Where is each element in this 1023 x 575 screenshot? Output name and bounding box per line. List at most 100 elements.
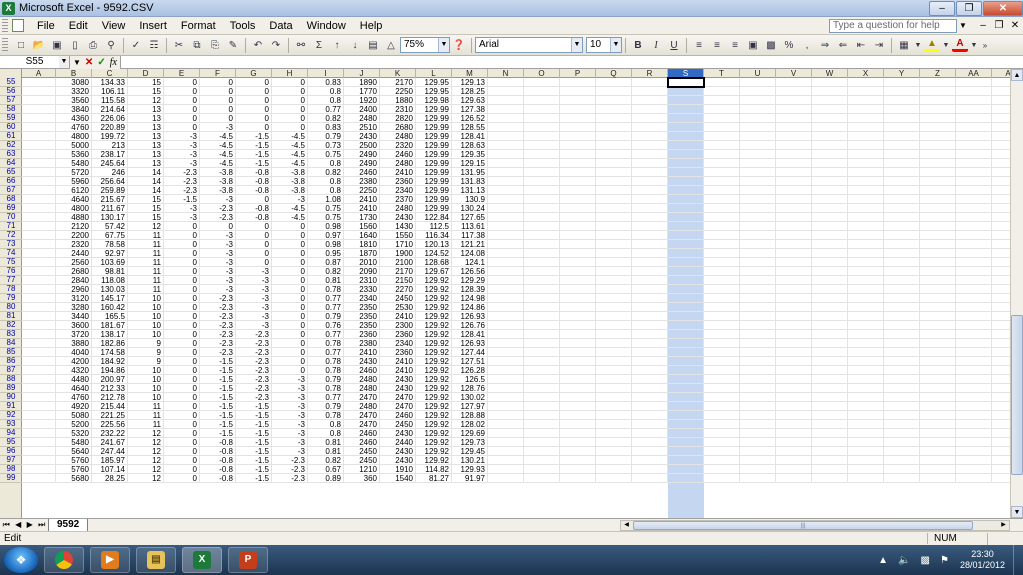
- cell[interactable]: [488, 303, 524, 312]
- cell[interactable]: [632, 96, 668, 105]
- cell[interactable]: [884, 447, 920, 456]
- cell[interactable]: [596, 285, 632, 294]
- cell[interactable]: 213: [92, 141, 128, 150]
- cell[interactable]: [704, 105, 740, 114]
- cell[interactable]: 0.67: [308, 465, 344, 474]
- cell[interactable]: -3: [272, 195, 308, 204]
- cell[interactable]: [884, 357, 920, 366]
- cell[interactable]: 130.02: [452, 393, 488, 402]
- cell[interactable]: [992, 78, 1010, 87]
- cell[interactable]: 2480: [380, 159, 416, 168]
- cell[interactable]: 0.78: [308, 366, 344, 375]
- cell[interactable]: [920, 123, 956, 132]
- cell[interactable]: [704, 195, 740, 204]
- cell[interactable]: [776, 267, 812, 276]
- cell[interactable]: 11: [128, 402, 164, 411]
- cell[interactable]: -3: [164, 159, 200, 168]
- cell[interactable]: [488, 474, 524, 483]
- cell[interactable]: [524, 366, 560, 375]
- cell[interactable]: [22, 168, 56, 177]
- cell[interactable]: [488, 465, 524, 474]
- cell[interactable]: [596, 132, 632, 141]
- cell[interactable]: [596, 213, 632, 222]
- horizontal-scroll-thumb[interactable]: |||: [633, 521, 973, 530]
- cell[interactable]: 112.5: [416, 222, 452, 231]
- cell[interactable]: 129.99: [416, 159, 452, 168]
- cell[interactable]: 2430: [344, 132, 380, 141]
- cell[interactable]: [704, 357, 740, 366]
- cell[interactable]: [920, 204, 956, 213]
- cell[interactable]: -2.3: [236, 366, 272, 375]
- cell[interactable]: [812, 402, 848, 411]
- cell[interactable]: 0.8: [308, 159, 344, 168]
- cell[interactable]: [884, 303, 920, 312]
- cell[interactable]: 0: [164, 96, 200, 105]
- cell[interactable]: [632, 312, 668, 321]
- cell[interactable]: 2410: [344, 195, 380, 204]
- cell[interactable]: [488, 78, 524, 87]
- next-sheet-icon[interactable]: ▶: [27, 520, 33, 530]
- cell[interactable]: [524, 321, 560, 330]
- cell[interactable]: 126.93: [452, 312, 488, 321]
- cell[interactable]: 0.79: [308, 312, 344, 321]
- cell[interactable]: [560, 105, 596, 114]
- cell[interactable]: [524, 465, 560, 474]
- cell[interactable]: [668, 375, 704, 384]
- cell[interactable]: -3: [272, 393, 308, 402]
- cell[interactable]: 0: [164, 312, 200, 321]
- cell[interactable]: [884, 168, 920, 177]
- cell[interactable]: [704, 267, 740, 276]
- cell[interactable]: [776, 294, 812, 303]
- cell[interactable]: 122.84: [416, 213, 452, 222]
- cell[interactable]: -1.5: [236, 132, 272, 141]
- cell[interactable]: [884, 312, 920, 321]
- cell[interactable]: [524, 195, 560, 204]
- cell[interactable]: [632, 231, 668, 240]
- cell[interactable]: [668, 231, 704, 240]
- cell[interactable]: [992, 105, 1010, 114]
- cell[interactable]: [488, 240, 524, 249]
- cell[interactable]: [884, 87, 920, 96]
- cell[interactable]: 3080: [56, 78, 92, 87]
- cell[interactable]: 6120: [56, 186, 92, 195]
- taskbar-media-player[interactable]: ▶: [90, 547, 130, 573]
- cell[interactable]: 199.72: [92, 132, 128, 141]
- cell[interactable]: [812, 78, 848, 87]
- cell[interactable]: 14: [128, 177, 164, 186]
- cell[interactable]: 2360: [380, 330, 416, 339]
- cell[interactable]: [920, 375, 956, 384]
- font-select[interactable]: Arial ▼: [475, 37, 583, 53]
- cell[interactable]: [848, 177, 884, 186]
- cell[interactable]: [704, 438, 740, 447]
- cell[interactable]: [956, 213, 992, 222]
- cell[interactable]: [848, 150, 884, 159]
- cell[interactable]: [740, 393, 776, 402]
- cell[interactable]: [668, 132, 704, 141]
- cell[interactable]: [992, 294, 1010, 303]
- column-header-o[interactable]: O: [524, 69, 560, 78]
- cell[interactable]: [560, 420, 596, 429]
- cell[interactable]: 0: [164, 231, 200, 240]
- cell[interactable]: [596, 321, 632, 330]
- cell[interactable]: 4640: [56, 384, 92, 393]
- cell[interactable]: [956, 330, 992, 339]
- cell[interactable]: [956, 267, 992, 276]
- cell[interactable]: 0.79: [308, 132, 344, 141]
- cell[interactable]: 0: [272, 123, 308, 132]
- cell[interactable]: [596, 186, 632, 195]
- cell[interactable]: [956, 249, 992, 258]
- font-color-dropdown-icon[interactable]: ▼: [970, 37, 978, 53]
- cell[interactable]: [560, 402, 596, 411]
- cell[interactable]: [596, 330, 632, 339]
- cell[interactable]: 2450: [344, 456, 380, 465]
- cell[interactable]: 129.95: [416, 87, 452, 96]
- cell[interactable]: [848, 339, 884, 348]
- font-color-icon[interactable]: A: [952, 38, 968, 52]
- cell[interactable]: 0.81: [308, 447, 344, 456]
- cell[interactable]: [524, 375, 560, 384]
- cell[interactable]: [920, 312, 956, 321]
- cell[interactable]: -3.8: [272, 186, 308, 195]
- cell[interactable]: [596, 447, 632, 456]
- cell[interactable]: 2250: [380, 87, 416, 96]
- cell[interactable]: [920, 222, 956, 231]
